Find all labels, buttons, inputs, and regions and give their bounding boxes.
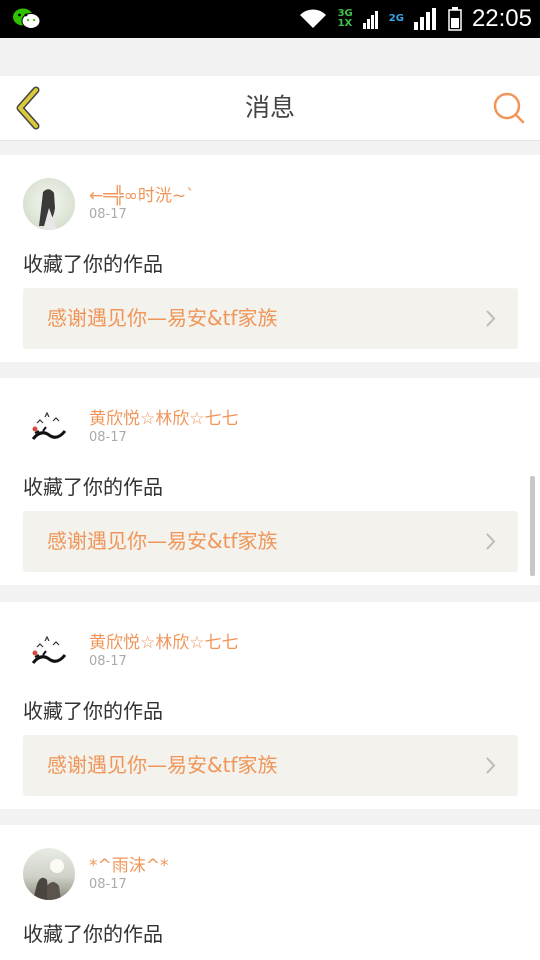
message-date: 08-17 [89, 430, 127, 445]
message-card: *^雨沫^* 08-17 收藏了你的作品 [0, 825, 540, 960]
network-type-1: 3G 1X [337, 8, 353, 29]
battery-icon [448, 7, 462, 31]
avatar[interactable] [23, 178, 75, 230]
status-bar: 3G 1X 2G 22:05 [0, 0, 540, 38]
network-type-2: 2G [388, 13, 404, 24]
message-card: ←═╬∞时洸~` 08-17 收藏了你的作品 感谢遇见你—易安&tf家族 [0, 155, 540, 362]
signal-icon [362, 11, 378, 29]
work-title: 感谢遇见你—易安&tf家族 [47, 529, 278, 553]
username[interactable]: 黄欣悦☆林欣☆七七 [89, 404, 238, 429]
work-link[interactable]: 感谢遇见你—易安&tf家族 [23, 511, 518, 572]
message-card: 黄欣悦☆林欣☆七七 08-17 收藏了你的作品 感谢遇见你—易安&tf家族 [0, 602, 540, 809]
message-date: 08-17 [89, 207, 127, 222]
avatar-image [39, 189, 57, 230]
avatar[interactable] [23, 625, 75, 677]
wifi-icon [299, 9, 326, 28]
chevron-right-icon [486, 310, 496, 327]
page-title: 消息 [244, 93, 295, 122]
message-date: 08-17 [89, 654, 127, 669]
message-action: 收藏了你的作品 [23, 475, 163, 499]
message-action: 收藏了你的作品 [23, 252, 163, 276]
app-header: 消息 [0, 76, 540, 141]
work-title: 感谢遇见你—易安&tf家族 [47, 306, 278, 330]
clock: 22:05 [471, 5, 532, 32]
work-title: 感谢遇见你—易安&tf家族 [47, 753, 278, 777]
username[interactable]: 黄欣悦☆林欣☆七七 [89, 628, 238, 653]
avatar-image [24, 626, 74, 676]
avatar-image [33, 859, 64, 900]
avatar[interactable] [23, 848, 75, 900]
username[interactable]: ←═╬∞时洸~` [89, 181, 195, 206]
message-action: 收藏了你的作品 [23, 922, 163, 946]
work-link[interactable]: 感谢遇见你—易安&tf家族 [23, 288, 518, 349]
message-action: 收藏了你的作品 [23, 699, 163, 723]
avatar-image [24, 402, 74, 452]
username[interactable]: *^雨沫^* [89, 851, 169, 876]
scrollbar[interactable] [530, 476, 535, 576]
chevron-right-icon [486, 533, 496, 550]
wechat-icon [13, 8, 41, 29]
signal-icon-2 [413, 8, 436, 30]
message-card: 黄欣悦☆林欣☆七七 08-17 收藏了你的作品 感谢遇见你—易安&tf家族 [0, 378, 540, 585]
chevron-right-icon [486, 757, 496, 774]
message-date: 08-17 [89, 877, 127, 892]
search-icon[interactable] [492, 91, 526, 125]
avatar[interactable] [23, 401, 75, 453]
work-link[interactable]: 感谢遇见你—易安&tf家族 [23, 735, 518, 796]
